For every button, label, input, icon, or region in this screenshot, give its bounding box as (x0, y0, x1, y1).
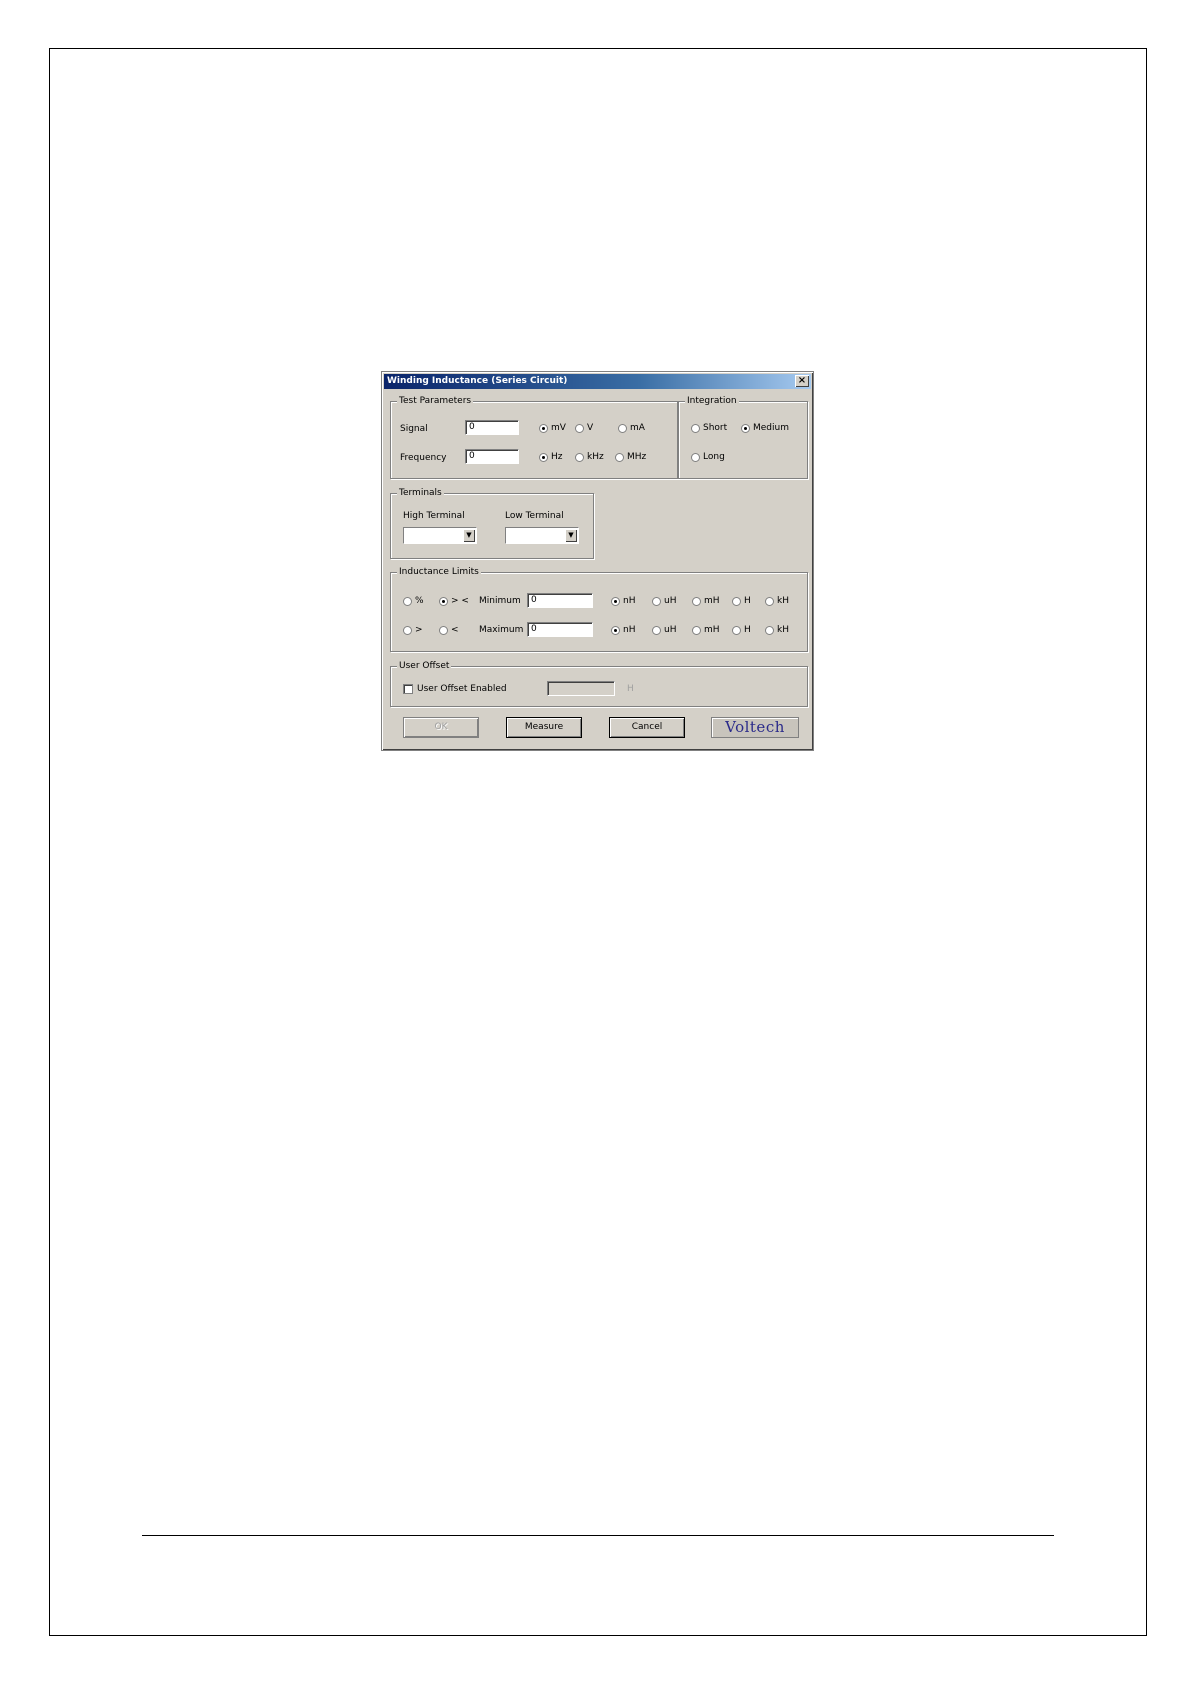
low-terminal-label: Low Terminal (505, 511, 564, 521)
radio-dot (403, 625, 412, 635)
maximum-input[interactable]: 0 (527, 622, 593, 637)
user-offset-unit: H (627, 684, 634, 694)
cancel-button[interactable]: Cancel (609, 717, 685, 738)
maximum-unit-mh-radio[interactable]: mH (692, 624, 720, 636)
radio-dot (765, 596, 774, 606)
inductance-limits-group: Inductance Limits % > < Minimum 0 nH uH … (390, 566, 808, 652)
high-terminal-select[interactable]: ▼ (403, 527, 477, 544)
integration-group: Integration Short Medium Long (678, 395, 808, 479)
maximum-unit-nh-radio[interactable]: nH (611, 624, 635, 636)
test-parameters-title: Test Parameters (397, 395, 474, 407)
radio-dot (439, 596, 448, 606)
radio-dot (692, 625, 701, 635)
integration-title: Integration (685, 395, 739, 407)
radio-dot (732, 596, 741, 606)
chevron-down-icon[interactable]: ▼ (463, 529, 475, 542)
radio-dot (575, 452, 584, 462)
terminals-group: Terminals High Terminal Low Terminal ▼ ▼ (390, 487, 594, 559)
limit-mode-less-radio[interactable]: < (439, 624, 459, 636)
footer-divider (142, 1535, 1054, 1536)
frequency-label: Frequency (400, 453, 447, 463)
inductance-limits-title: Inductance Limits (397, 566, 481, 578)
maximum-unit-uh-radio[interactable]: uH (652, 624, 676, 636)
radio-dot (439, 625, 448, 635)
minimum-label: Minimum (479, 596, 521, 606)
integration-medium-radio[interactable]: Medium (741, 422, 789, 434)
frequency-unit-khz-radio[interactable]: kHz (575, 451, 604, 463)
user-offset-input[interactable] (547, 681, 615, 696)
close-icon[interactable]: × (795, 375, 809, 387)
user-offset-checkbox[interactable] (403, 684, 413, 694)
radio-dot (732, 625, 741, 635)
minimum-unit-kh-radio[interactable]: kH (765, 595, 789, 607)
radio-dot (691, 423, 700, 433)
frequency-unit-mhz-radio[interactable]: MHz (615, 451, 646, 463)
radio-dot (691, 452, 700, 462)
radio-dot (539, 452, 548, 462)
limit-mode-greater-radio[interactable]: > (403, 624, 423, 636)
minimum-input[interactable]: 0 (527, 593, 593, 608)
radio-dot (618, 423, 627, 433)
frequency-unit-hz-radio[interactable]: Hz (539, 451, 563, 463)
dialog-titlebar[interactable]: Winding Inductance (Series Circuit) × (384, 374, 811, 389)
test-parameters-group: Test Parameters Signal 0 mV V mA Frequen… (390, 395, 678, 479)
limit-mode-range-radio[interactable]: > < (439, 595, 469, 607)
maximum-label: Maximum (479, 625, 524, 635)
measure-button[interactable]: Measure (506, 717, 582, 738)
ok-button[interactable]: OK (403, 717, 479, 738)
frequency-input[interactable]: 0 (465, 449, 519, 464)
signal-unit-ma-radio[interactable]: mA (618, 422, 645, 434)
radio-dot (403, 596, 412, 606)
chevron-down-icon[interactable]: ▼ (565, 529, 577, 542)
radio-dot (741, 423, 750, 433)
integration-short-radio[interactable]: Short (691, 422, 727, 434)
radio-dot (615, 452, 624, 462)
minimum-unit-h-radio[interactable]: H (732, 595, 751, 607)
voltech-logo: Voltech (711, 717, 799, 738)
signal-input[interactable]: 0 (465, 420, 519, 435)
user-offset-title: User Offset (397, 660, 452, 672)
signal-unit-v-radio[interactable]: V (575, 422, 593, 434)
low-terminal-select[interactable]: ▼ (505, 527, 579, 544)
radio-dot (575, 423, 584, 433)
radio-dot (692, 596, 701, 606)
radio-dot (652, 625, 661, 635)
minimum-unit-nh-radio[interactable]: nH (611, 595, 635, 607)
high-terminal-label: High Terminal (403, 511, 465, 521)
integration-long-radio[interactable]: Long (691, 451, 725, 463)
user-offset-label: User Offset Enabled (417, 684, 507, 694)
signal-label: Signal (400, 424, 428, 434)
radio-dot (652, 596, 661, 606)
radio-dot (539, 423, 548, 433)
terminals-title: Terminals (397, 487, 444, 499)
maximum-unit-kh-radio[interactable]: kH (765, 624, 789, 636)
minimum-unit-uh-radio[interactable]: uH (652, 595, 676, 607)
user-offset-group: User Offset User Offset Enabled H (390, 660, 808, 707)
signal-unit-mv-radio[interactable]: mV (539, 422, 566, 434)
maximum-unit-h-radio[interactable]: H (732, 624, 751, 636)
page-border (49, 48, 1147, 1636)
limit-mode-percent-radio[interactable]: % (403, 595, 424, 607)
winding-inductance-dialog: Winding Inductance (Series Circuit) × Te… (381, 371, 814, 751)
radio-dot (611, 625, 620, 635)
dialog-title: Winding Inductance (Series Circuit) (387, 376, 568, 386)
minimum-unit-mh-radio[interactable]: mH (692, 595, 720, 607)
radio-dot (765, 625, 774, 635)
radio-dot (611, 596, 620, 606)
